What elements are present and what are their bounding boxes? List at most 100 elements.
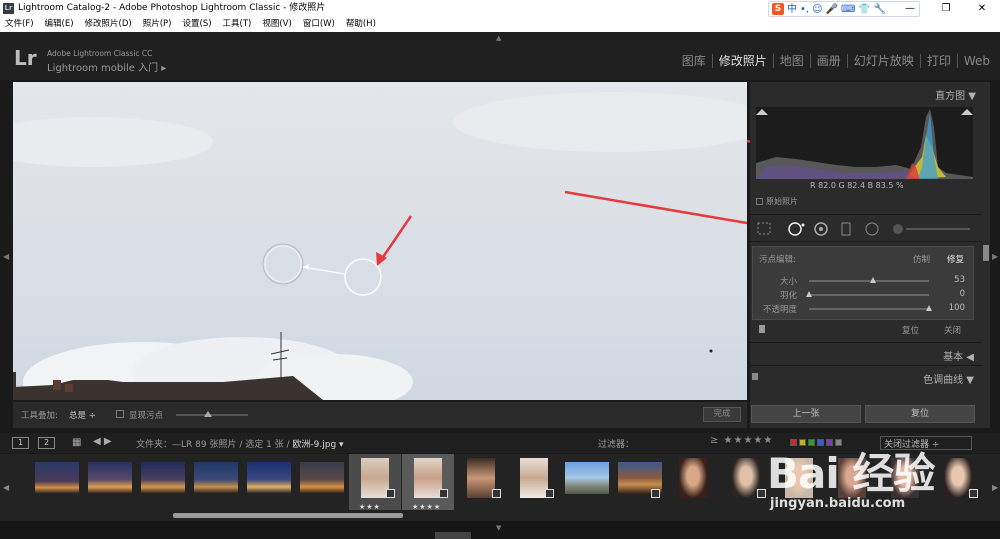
- close-window-button[interactable]: ✕: [964, 0, 1000, 17]
- module-print[interactable]: 打印: [919, 54, 957, 68]
- color-filter-purple[interactable]: [826, 439, 833, 446]
- scrollbar-thumb[interactable]: [983, 245, 989, 261]
- filmstrip-thumb-selected[interactable]: ★★★★: [402, 454, 454, 511]
- edited-badge-icon: [492, 489, 501, 498]
- filmstrip-thumb[interactable]: [826, 454, 878, 510]
- filmstrip-thumb[interactable]: [667, 454, 719, 510]
- visualize-spots-checkbox[interactable]: [116, 410, 124, 418]
- menu-develop[interactable]: 修改照片(D): [80, 17, 138, 32]
- lightroom-mobile-link[interactable]: Lightroom mobile 入门 ▸: [47, 59, 166, 74]
- ime-punctuation[interactable]: •,: [800, 1, 809, 18]
- filmstrip-thumb[interactable]: [614, 454, 666, 510]
- ime-language[interactable]: 中: [787, 1, 797, 18]
- left-panel-toggle-icon[interactable]: ◀: [3, 252, 9, 261]
- color-label-filter[interactable]: [790, 439, 842, 446]
- color-filter-green[interactable]: [808, 439, 815, 446]
- spot-close-button[interactable]: 关闭: [944, 324, 961, 336]
- right-panel-scrollbar[interactable]: [982, 82, 990, 428]
- sogou-logo-icon[interactable]: S: [772, 3, 784, 15]
- feather-slider-row: 羽化 0: [753, 289, 975, 301]
- thumb-image: [247, 462, 291, 494]
- module-web[interactable]: Web: [956, 54, 996, 68]
- filmstrip-thumb[interactable]: [508, 454, 560, 510]
- restore-button[interactable]: ❐: [928, 0, 964, 17]
- menu-edit[interactable]: 编辑(E): [40, 17, 80, 32]
- navigation-arrows-icon[interactable]: ◀ ▶: [93, 436, 112, 447]
- histogram[interactable]: [756, 107, 973, 179]
- settings-wrench-icon[interactable]: 🔧: [874, 1, 886, 18]
- main-window-button[interactable]: 1: [12, 437, 29, 449]
- filmstrip-right-arrow-icon[interactable]: ▶: [992, 483, 998, 492]
- section-tone-curve[interactable]: 色调曲线 ▼: [750, 365, 982, 387]
- filmstrip-source-info[interactable]: 文件夹：—LR 89 张照片 / 选定 1 张 / 欧洲-9.jpg ▾: [136, 437, 344, 450]
- collapse-top-arrow-icon[interactable]: ▲: [496, 34, 501, 42]
- panel-switch-icon[interactable]: [759, 325, 765, 333]
- grid-view-icon[interactable]: ▦: [72, 437, 81, 448]
- filmstrip-thumb[interactable]: [720, 454, 772, 510]
- minimize-button[interactable]: —: [892, 0, 928, 17]
- emoji-icon[interactable]: ☺: [812, 1, 822, 18]
- visualize-spots-slider-knob[interactable]: [204, 411, 213, 417]
- size-value[interactable]: 53: [954, 275, 965, 285]
- menu-photo[interactable]: 照片(P): [138, 17, 178, 32]
- filmstrip-thumb[interactable]: [455, 454, 507, 510]
- menu-file[interactable]: 文件(F): [0, 17, 40, 32]
- size-slider-knob[interactable]: [869, 277, 876, 283]
- feather-value[interactable]: 0: [960, 289, 965, 299]
- filmstrip-thumb[interactable]: [879, 454, 931, 510]
- filmstrip-scrollbar[interactable]: [173, 513, 403, 518]
- tool-overlay-select[interactable]: 总是 ÷: [69, 409, 96, 421]
- collapse-bottom-arrow-icon[interactable]: ▼: [496, 524, 501, 532]
- color-filter-red[interactable]: [790, 439, 797, 446]
- filmstrip-thumb[interactable]: [561, 454, 613, 510]
- spot-reset-button[interactable]: 复位: [902, 324, 919, 336]
- skin-icon[interactable]: 👕: [858, 1, 870, 18]
- reset-all-button[interactable]: 复位: [865, 405, 975, 423]
- photo-canvas[interactable]: [13, 82, 747, 400]
- filter-label: 过滤器：: [598, 440, 635, 450]
- opacity-slider-knob[interactable]: [926, 305, 932, 311]
- module-develop[interactable]: 修改照片: [711, 54, 773, 68]
- menu-help[interactable]: 帮助(H): [341, 17, 382, 32]
- filmstrip-thumb[interactable]: [137, 454, 189, 510]
- done-button[interactable]: 完成: [703, 407, 741, 422]
- secondary-window-button[interactable]: 2: [38, 437, 55, 449]
- menu-tools[interactable]: 工具(T): [218, 17, 258, 32]
- filmstrip-thumb[interactable]: [31, 454, 83, 510]
- module-map[interactable]: 地图: [772, 54, 810, 68]
- module-book[interactable]: 画册: [809, 54, 847, 68]
- filmstrip-thumb[interactable]: [296, 454, 348, 510]
- filmstrip-left-arrow-icon[interactable]: ◀: [3, 483, 9, 492]
- right-panel-toggle-icon[interactable]: ▶: [992, 252, 998, 261]
- menu-view[interactable]: 视图(V): [257, 17, 297, 32]
- menu-window[interactable]: 窗口(W): [298, 17, 341, 32]
- filmstrip-thumb[interactable]: ★★★: [349, 454, 401, 511]
- module-library[interactable]: 图库: [676, 54, 712, 68]
- feather-slider-knob[interactable]: [806, 291, 812, 297]
- previous-button[interactable]: 上一张: [751, 405, 861, 423]
- color-filter-blue[interactable]: [817, 439, 824, 446]
- filmstrip-thumb[interactable]: [932, 454, 984, 510]
- rating-filter[interactable]: ≥ ★★★★★: [710, 435, 773, 446]
- keyboard-icon[interactable]: ⌨: [841, 1, 855, 18]
- heal-button[interactable]: 修复: [947, 253, 964, 265]
- feather-slider[interactable]: [809, 294, 929, 296]
- filmstrip-thumb[interactable]: [190, 454, 242, 510]
- filter-preset-select[interactable]: 关闭过滤器 ÷: [880, 436, 972, 450]
- taskbar-tab[interactable]: [435, 532, 471, 539]
- clone-button[interactable]: 仿制: [913, 253, 930, 265]
- opacity-value[interactable]: 100: [949, 303, 965, 313]
- section-basic[interactable]: 基本 ◀: [750, 342, 982, 364]
- color-filter-yellow[interactable]: [799, 439, 806, 446]
- color-filter-other[interactable]: [835, 439, 842, 446]
- filmstrip-thumb[interactable]: [84, 454, 136, 510]
- menu-settings[interactable]: 设置(S): [178, 17, 218, 32]
- histogram-header[interactable]: 直方图 ▼: [935, 87, 976, 102]
- original-photo-toggle[interactable]: 原始照片: [756, 196, 798, 207]
- microphone-icon[interactable]: 🎤: [826, 1, 838, 18]
- filmstrip-thumb[interactable]: [243, 454, 295, 510]
- opacity-slider[interactable]: [809, 308, 929, 310]
- tone-curve-switch-icon[interactable]: [752, 373, 758, 380]
- filmstrip-thumb[interactable]: [773, 454, 825, 510]
- module-slideshow[interactable]: 幻灯片放映: [846, 54, 920, 68]
